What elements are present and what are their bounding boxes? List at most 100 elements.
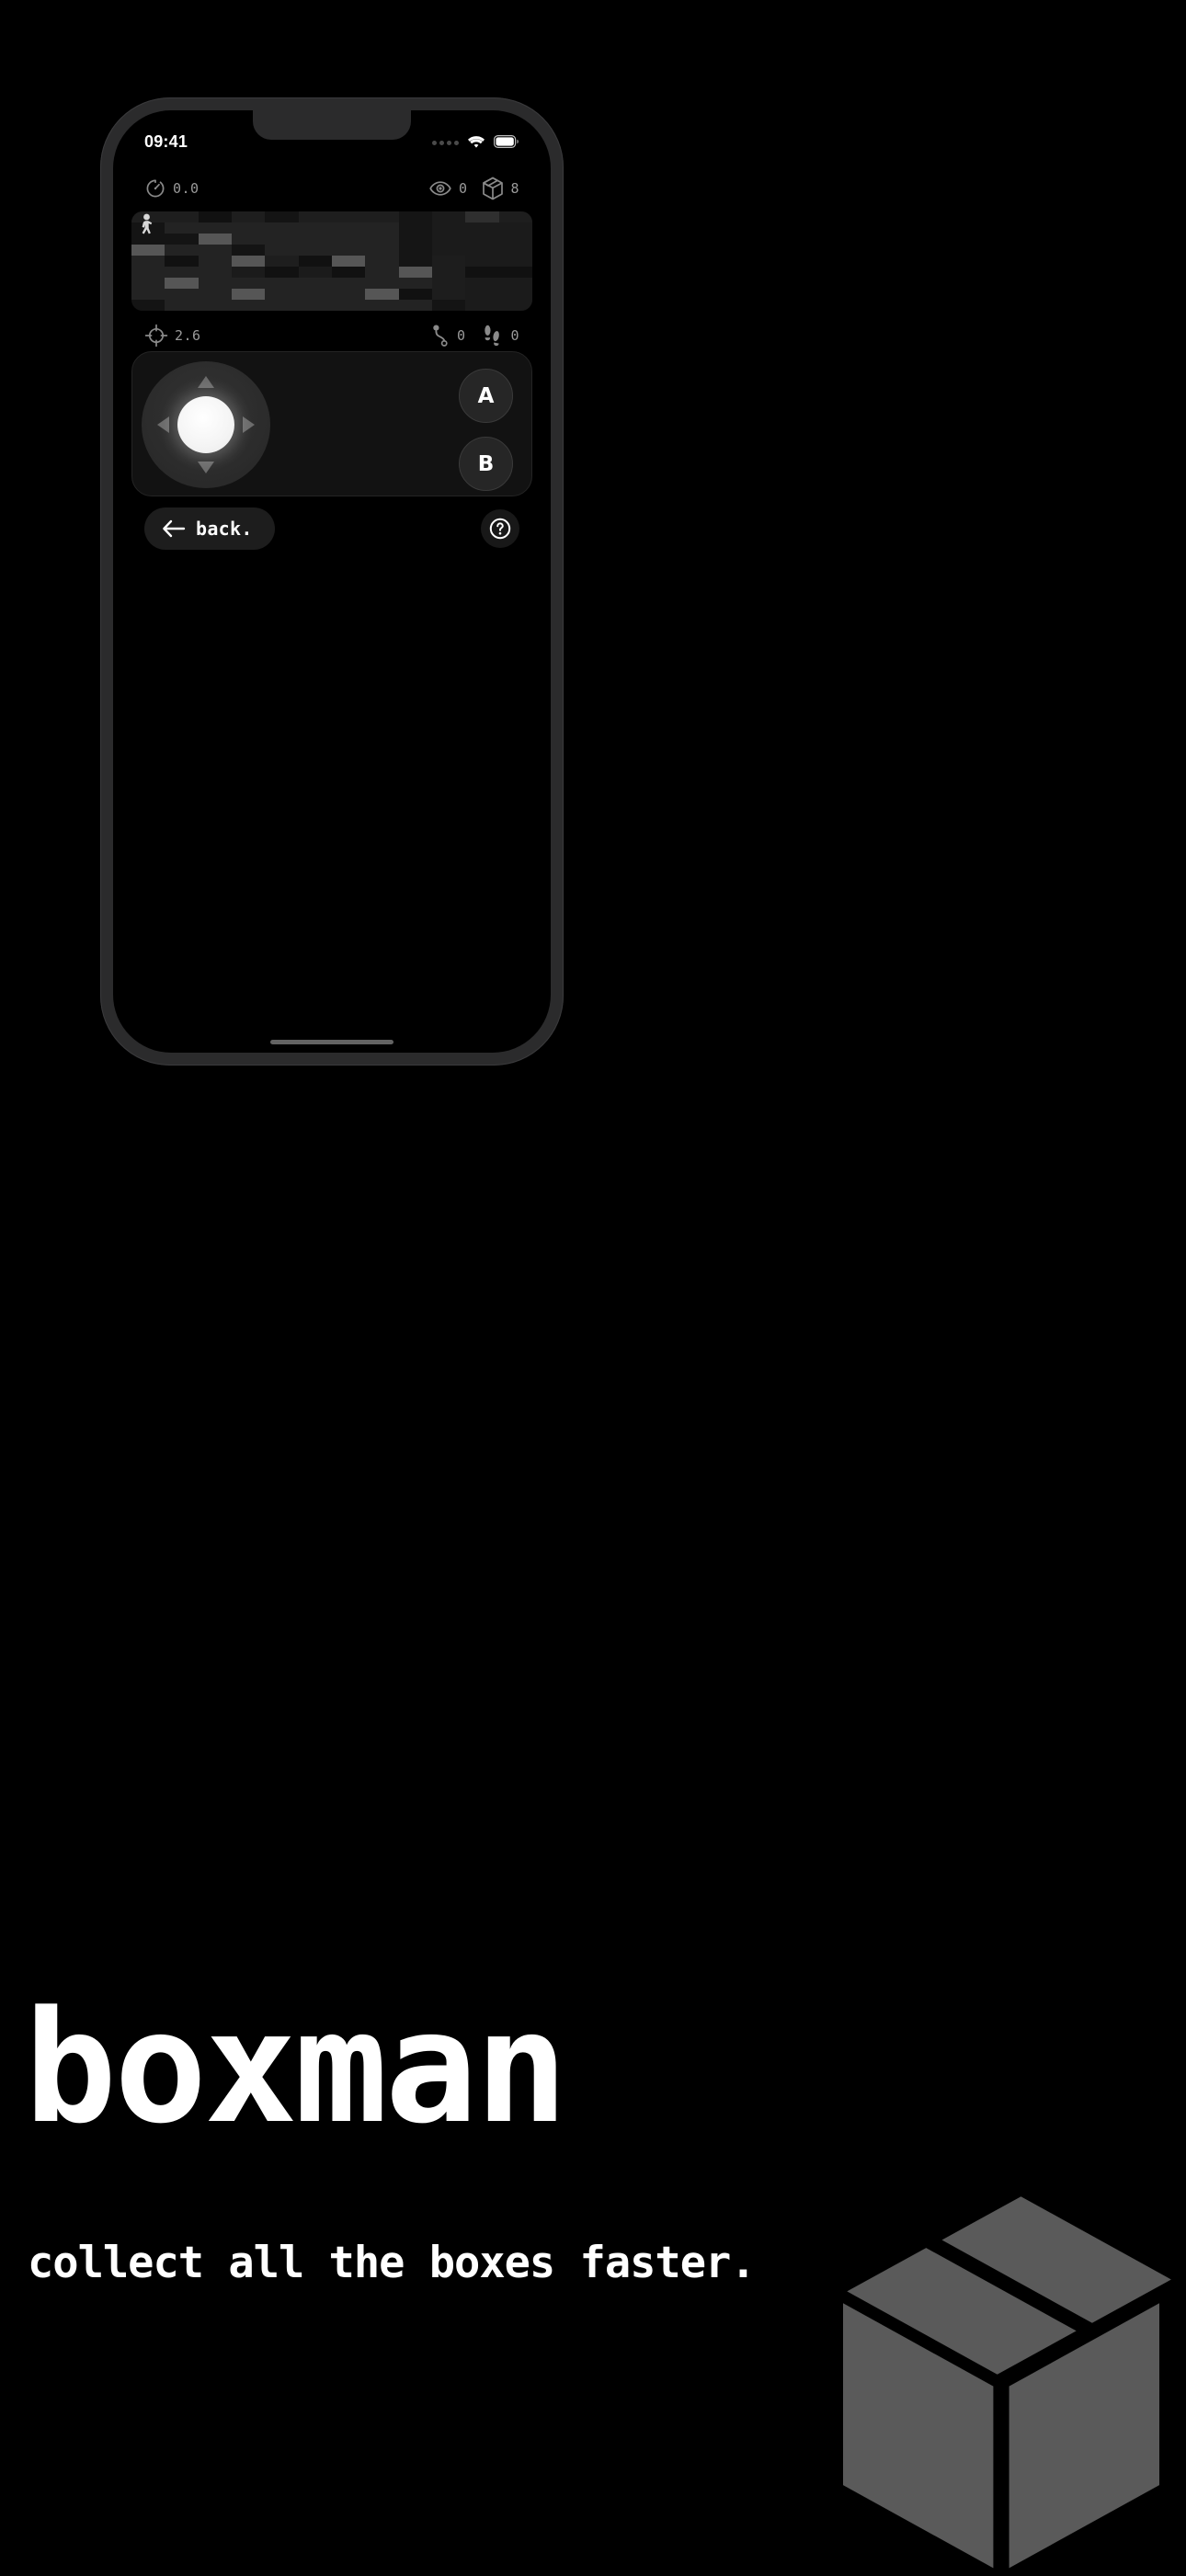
game-tile: [498, 267, 532, 278]
game-tile: [231, 222, 266, 234]
game-tile: [165, 234, 199, 245]
game-tile: [298, 245, 332, 256]
controller-panel: A B: [131, 351, 532, 496]
game-tile: [265, 211, 299, 222]
game-tile: [231, 267, 266, 278]
hud-top-right-group: 0 8: [428, 177, 519, 200]
game-tile: [198, 234, 232, 245]
game-tile: [498, 289, 532, 300]
game-tile: [365, 267, 399, 278]
game-tile: [398, 234, 432, 245]
game-tile: [198, 245, 232, 256]
game-tile: [165, 245, 199, 256]
game-tile: [265, 245, 299, 256]
game-tile: [265, 289, 299, 300]
dpad[interactable]: [142, 361, 270, 488]
game-tile: [131, 256, 165, 267]
game-tile: [298, 211, 332, 222]
game-tile: [265, 300, 299, 311]
phone-frame: 09:41 0.0 0 8 2.6 0 0 A B back.: [100, 97, 564, 1066]
dpad-down-arrow-icon[interactable]: [198, 462, 214, 473]
game-tile: [265, 278, 299, 289]
eye-icon: [429, 181, 451, 196]
game-tile: [231, 211, 266, 222]
game-tile: [431, 234, 466, 245]
game-tile: [365, 234, 399, 245]
footsteps-icon: [485, 325, 500, 347]
game-tile: [498, 222, 532, 234]
dpad-left-arrow-icon[interactable]: [157, 416, 169, 433]
game-tile: [465, 278, 499, 289]
game-tile: [198, 278, 232, 289]
game-tile: [465, 245, 499, 256]
game-tile: [498, 245, 532, 256]
game-tile: [265, 234, 299, 245]
game-tile: [431, 211, 466, 222]
game-tile: [465, 211, 499, 222]
game-tile: [231, 278, 266, 289]
game-tile: [431, 245, 466, 256]
crosshair-icon: [144, 324, 168, 348]
back-button[interactable]: back.: [144, 507, 275, 550]
battery-full-icon: [494, 135, 519, 148]
game-board[interactable]: [131, 211, 532, 311]
game-tile: [365, 211, 399, 222]
game-tile: [231, 256, 266, 267]
hud-vision-value: 0: [458, 180, 468, 197]
hud-timer-value: 0.0: [173, 180, 200, 197]
game-tile: [131, 245, 165, 256]
box-icon: [483, 177, 504, 200]
game-tile: [365, 256, 399, 267]
game-tile: [465, 267, 499, 278]
route-icon: [433, 325, 448, 347]
game-tile: [498, 300, 532, 311]
game-tile: [331, 267, 366, 278]
game-tile: [165, 278, 199, 289]
game-tile: [131, 300, 165, 311]
status-bar-time: 09:41: [144, 131, 188, 151]
game-tile: [198, 267, 232, 278]
hud-timer: 0.0: [144, 177, 200, 199]
hud-boxes: 8: [482, 177, 519, 200]
hud-bottom-row: 2.6 0 0: [113, 320, 551, 351]
hud-path-value: 0: [456, 327, 466, 344]
game-tile: [231, 234, 266, 245]
game-tile: [365, 245, 399, 256]
game-tile: [165, 267, 199, 278]
game-tile: [465, 256, 499, 267]
game-tile: [298, 234, 332, 245]
action-button-b[interactable]: B: [459, 437, 513, 491]
game-tile: [331, 222, 366, 234]
game-tile: [198, 289, 232, 300]
game-tile: [231, 245, 266, 256]
game-tile: [398, 267, 432, 278]
game-tile: [498, 211, 532, 222]
game-tile: [365, 278, 399, 289]
game-tile: [465, 234, 499, 245]
game-tile: [331, 211, 366, 222]
game-tile: [131, 289, 165, 300]
game-tile: [165, 256, 199, 267]
game-tile: [431, 267, 466, 278]
game-tile: [198, 211, 232, 222]
game-tile: [465, 289, 499, 300]
question-mark-circle-icon: [489, 518, 511, 540]
game-tile: [398, 300, 432, 311]
game-tile: [498, 234, 532, 245]
help-button[interactable]: [481, 509, 519, 548]
dpad-right-arrow-icon[interactable]: [243, 416, 255, 433]
stopwatch-icon: [146, 179, 165, 198]
dpad-thumbstick[interactable]: [177, 396, 234, 453]
app-title: boxman: [24, 1978, 568, 2158]
game-tile: [431, 300, 466, 311]
game-tile: [398, 289, 432, 300]
game-tile: [331, 278, 366, 289]
game-tile: [198, 300, 232, 311]
game-tile: [165, 300, 199, 311]
action-button-a[interactable]: A: [459, 369, 513, 423]
wifi-icon: [468, 135, 485, 148]
game-tile: [331, 234, 366, 245]
game-tile: [398, 245, 432, 256]
game-tile: [365, 300, 399, 311]
dpad-up-arrow-icon[interactable]: [198, 376, 214, 388]
